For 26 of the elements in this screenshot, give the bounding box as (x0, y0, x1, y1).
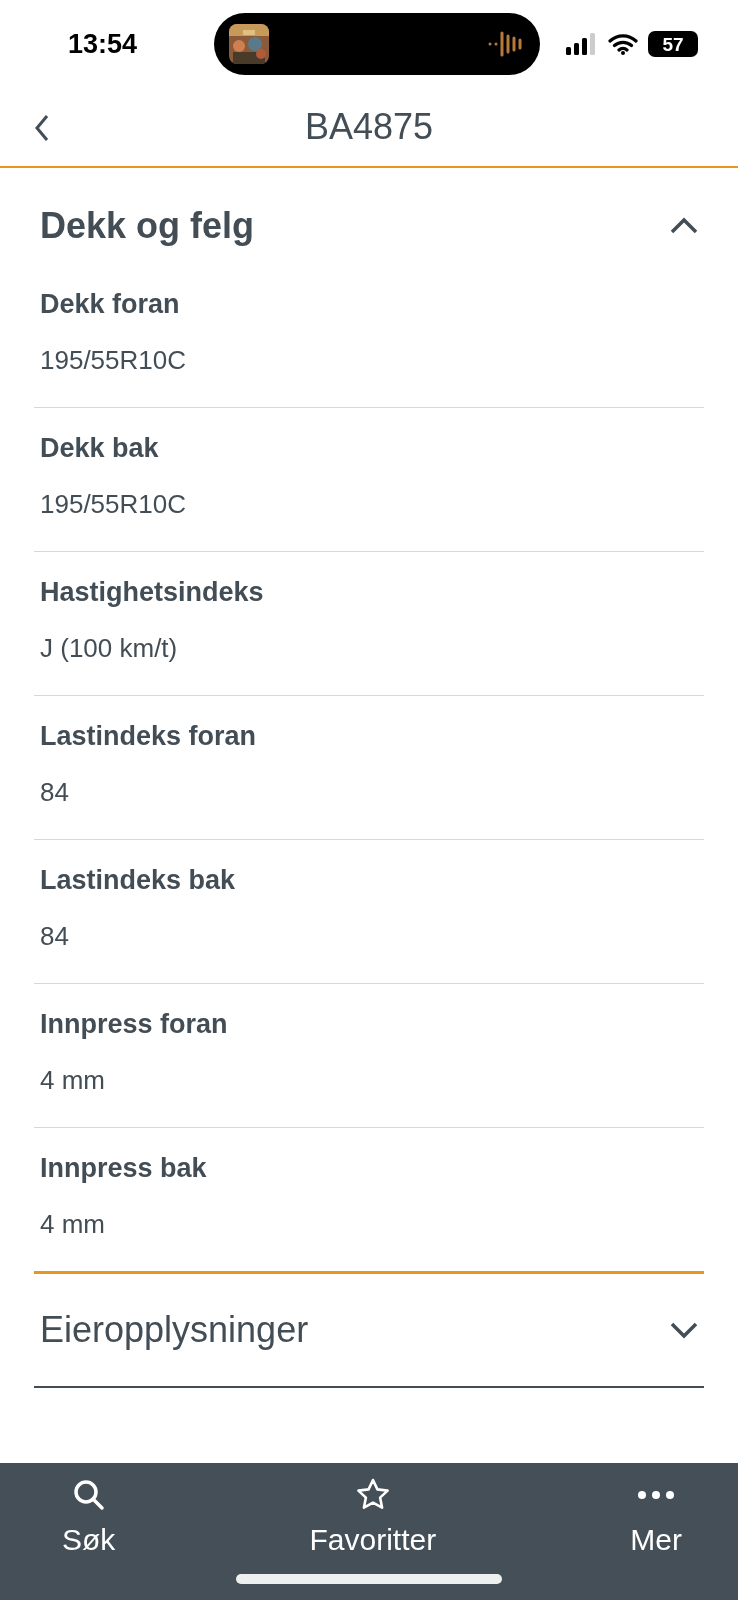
field-label: Dekk bak (40, 432, 160, 465)
field-value: 4 mm (40, 1064, 106, 1097)
tab-button[interactable]: Favoritter (303, 1463, 443, 1600)
section-header[interactable]: Dekk og felg (34, 168, 704, 264)
field-label: Lastindeks foran (40, 720, 258, 753)
field-label: Innpress bak (40, 1152, 208, 1185)
field-label: Dekk foran (40, 288, 181, 321)
field-value: 84 (40, 920, 70, 953)
page-title: BA4875 (304, 105, 434, 149)
sound-wave-icon (488, 29, 522, 59)
field-value: 195/55R10C (40, 344, 187, 377)
battery-level: 57 (648, 31, 698, 57)
field-value: J (100 km/t) (40, 632, 179, 665)
field-value: 195/55R10C (40, 488, 187, 521)
field-label: Hastighetsindeks (40, 576, 265, 609)
tab-button[interactable]: Søk (56, 1463, 122, 1600)
status-time: 13:54 (68, 27, 139, 61)
tab-button[interactable]: Mer (624, 1463, 688, 1600)
field-label: Innpress foran (40, 1008, 229, 1041)
field-value: 4 mm (40, 1208, 106, 1241)
field-label: Lastindeks bak (40, 864, 237, 897)
more-icon (638, 1491, 675, 1499)
signal-icon (566, 33, 598, 55)
section-header[interactable]: Eieropplysninger (34, 1274, 704, 1386)
field-value: 84 (40, 776, 70, 809)
wifi-icon (608, 33, 638, 55)
